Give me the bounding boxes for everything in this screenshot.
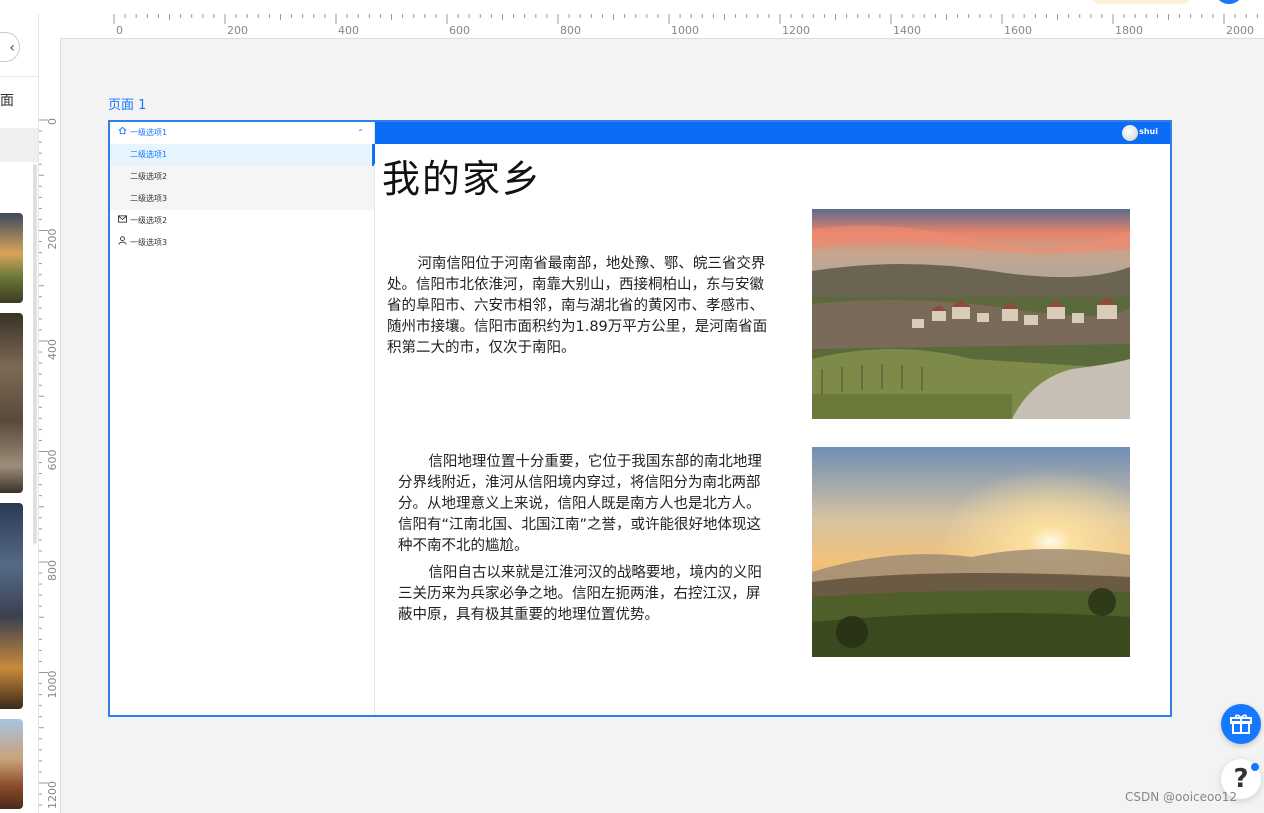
mail-icon: [117, 210, 127, 232]
menu-item-level1-2[interactable]: 一级选项2: [110, 210, 374, 232]
side-menu: 一级选项1 ⌃ 二级选项1 二级选项2 二级选项3 一级选项2 一级选项3: [110, 122, 375, 715]
vertical-ruler: 0 200 400 600 800 1000 1200: [38, 38, 61, 813]
panel-selected-row[interactable]: [0, 128, 38, 162]
panel-tab-label[interactable]: 面: [0, 90, 14, 110]
ruler-label: 200: [46, 229, 59, 250]
ruler-label: 2000: [1226, 24, 1254, 37]
menu-item-label: 一级选项2: [130, 216, 168, 225]
horizontal-ruler-ticks: 0 200 400 600 800 1000 1200 1400 1600 1800 2000: [113, 14, 1258, 37]
sunset-valley-image[interactable]: [812, 447, 1130, 657]
ruler-corner: [38, 14, 60, 39]
ruler-label: 0: [116, 24, 123, 37]
menu-item-level2-3[interactable]: 二级选项3: [110, 188, 374, 210]
ruler-label: 400: [338, 24, 359, 37]
watermark: CSDN @ooiceoo12: [1125, 790, 1237, 804]
ruler-label: 800: [46, 560, 59, 581]
village-landscape-image[interactable]: [812, 209, 1130, 419]
back-button[interactable]: ‹: [0, 32, 20, 62]
menu-item-label: 二级选项2: [130, 172, 168, 181]
page-label[interactable]: 页面 1: [108, 94, 146, 113]
top-strip: [0, 0, 1264, 14]
menu-item-label: 一级选项1: [130, 128, 168, 137]
pages-panel: ‹ 面: [0, 14, 39, 813]
chevron-up-icon: ⌃: [357, 128, 364, 137]
page-thumbnail[interactable]: [0, 213, 23, 303]
menu-item-label: 二级选项1: [130, 150, 168, 159]
ruler-label: 1800: [1115, 24, 1143, 37]
ruler-label: 1200: [782, 24, 810, 37]
vertical-ruler-ticks: 0 200 400 600 800 1000 1200: [38, 118, 59, 809]
menu-item-label: 二级选项3: [130, 194, 168, 203]
page-title: 我的家乡: [382, 157, 543, 201]
page-thumbnail[interactable]: [0, 503, 23, 709]
menu-item-label: 一级选项3: [130, 238, 168, 247]
menu-item-level2-2[interactable]: 二级选项2: [110, 166, 374, 188]
ruler-label: 600: [46, 450, 59, 471]
notification-dot: [1251, 763, 1259, 771]
paragraph-geography: 信阳地理位置十分重要，它位于我国东部的南北地理分界线附近，淮河从信阳境内穿过，将…: [398, 454, 762, 554]
ruler-label: 1600: [1004, 24, 1032, 37]
ruler-label: 1000: [46, 671, 59, 699]
horizontal-ruler: 0 200 400 600 800 1000 1200 1400 1600 1800 2000: [60, 14, 1264, 39]
ruler-label: 200: [227, 24, 248, 37]
ruler-label: 1200: [46, 781, 59, 809]
ruler-label: 800: [560, 24, 581, 37]
menu-item-level1-3[interactable]: 一级选项3: [110, 232, 374, 254]
user-icon: [117, 232, 127, 254]
avatar[interactable]: [1122, 125, 1138, 141]
gift-button[interactable]: [1221, 704, 1261, 744]
ruler-label: 400: [46, 339, 59, 360]
back-icon: ‹: [9, 40, 15, 56]
ruler-label: 1400: [893, 24, 921, 37]
ruler-label: 600: [449, 24, 470, 37]
home-icon: [117, 122, 127, 144]
page-thumbnail[interactable]: [0, 313, 23, 493]
panel-scrollbar[interactable]: [33, 164, 37, 544]
ruler-label: 0: [46, 118, 59, 125]
page-canvas[interactable]: 一级选项1 ⌃ 二级选项1 二级选项2 二级选项3 一级选项2 一级选项3 sh…: [108, 120, 1172, 717]
paragraph-location: 河南信阳位于河南省最南部，地处豫、鄂、皖三省交界处。信阳市北依淮河，南靠大别山，…: [387, 256, 768, 356]
top-pill-button[interactable]: [1092, 0, 1190, 4]
gift-icon: [1230, 714, 1252, 734]
paragraph-strategy: 信阳自古以来就是江淮河汉的战略要地，境内的义阳三关历来为兵家必争之地。信阳左扼两…: [398, 565, 762, 623]
page-thumbnail[interactable]: [0, 719, 23, 809]
user-name[interactable]: shui: [1139, 127, 1158, 136]
top-avatar-button[interactable]: [1214, 0, 1244, 4]
panel-divider: [0, 76, 38, 77]
header-edge: [373, 144, 375, 164]
menu-item-level1-1[interactable]: 一级选项1 ⌃: [110, 122, 374, 144]
header-bar: shui: [375, 122, 1170, 144]
ruler-label: 1000: [671, 24, 699, 37]
menu-item-level2-1[interactable]: 二级选项1: [110, 144, 374, 166]
